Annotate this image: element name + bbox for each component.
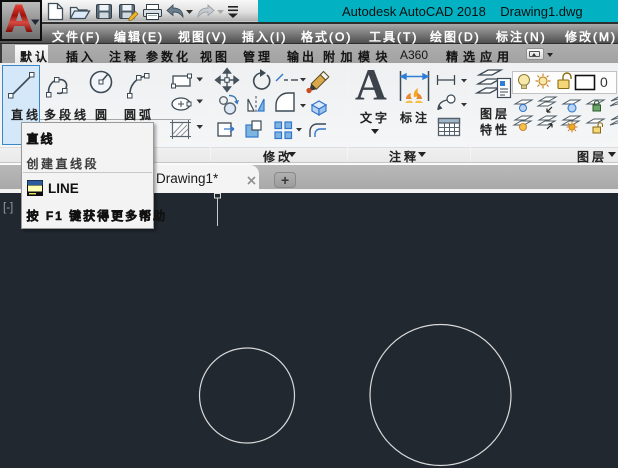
svg-text:0: 0 — [600, 74, 608, 90]
